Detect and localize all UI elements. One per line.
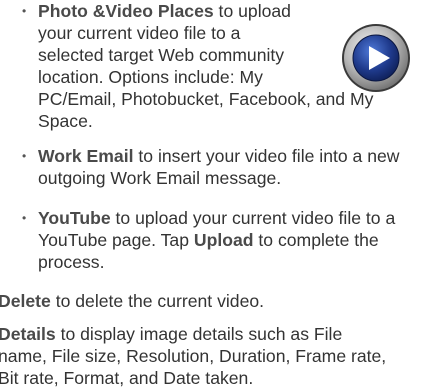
term-youtube: YouTube <box>38 208 111 228</box>
bullet: • <box>22 211 27 225</box>
paragraph-delete: Delete to delete the current video. <box>0 291 265 311</box>
paragraph-details: Details to display image details such as… <box>0 324 387 388</box>
list-item-work-email: • Work Email to insert your video file i… <box>22 146 400 188</box>
term-work-email: Work Email <box>38 146 134 166</box>
bullet: • <box>22 149 27 163</box>
term-delete: Delete <box>0 291 51 311</box>
term-details: Details <box>0 324 56 344</box>
play-button-icon <box>342 24 410 92</box>
manual-page: • Photo &Video Places to upload your cur… <box>0 0 437 390</box>
bullet: • <box>22 4 27 18</box>
list-item-youtube: • YouTube to upload your current video f… <box>22 208 396 272</box>
term-upload: Upload <box>193 230 254 250</box>
term-photo-video-places: Photo &Video Places <box>38 1 214 21</box>
